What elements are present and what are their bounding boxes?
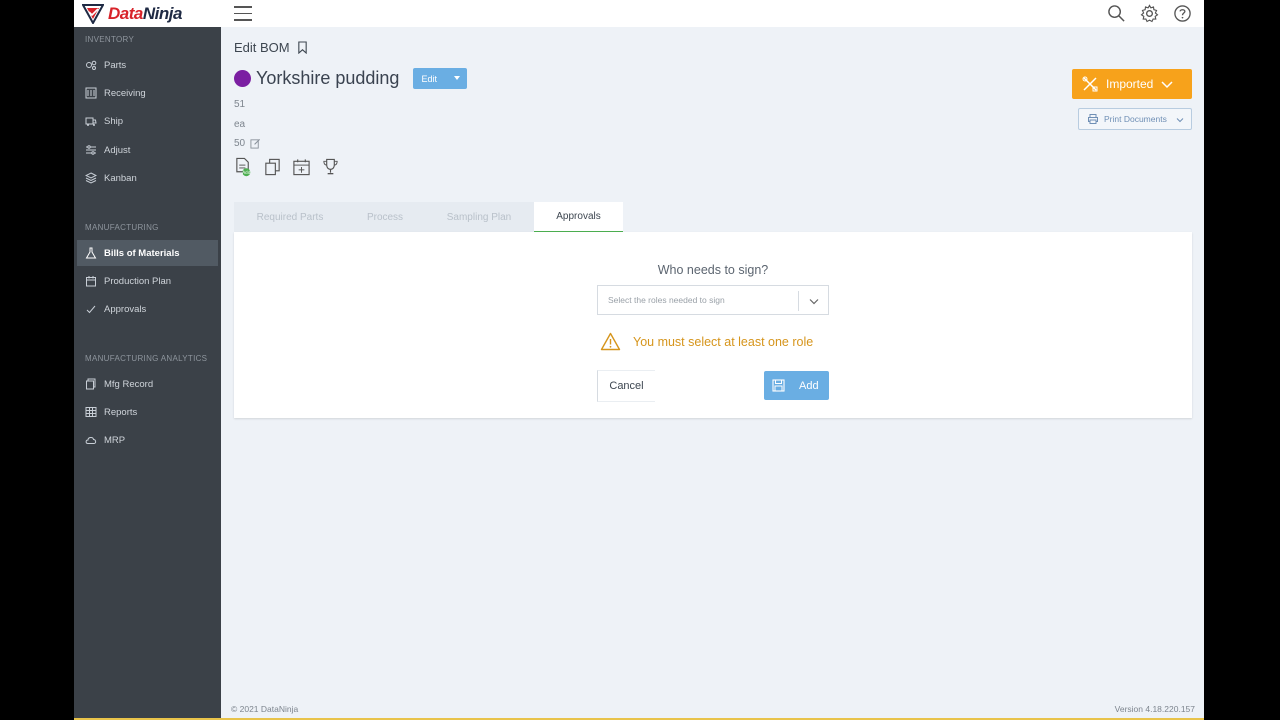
chevron-down-icon[interactable]	[808, 295, 820, 307]
bookmark-icon[interactable]	[297, 41, 308, 54]
help-icon[interactable]	[1173, 4, 1192, 23]
sidebar-item-label: Ship	[104, 115, 124, 127]
sidebar-item-mfg-record[interactable]: Mfg Record	[77, 371, 218, 397]
add-button-label: Add	[799, 379, 819, 392]
sidebar-item-receiving[interactable]: Receiving	[77, 80, 218, 106]
sidebar-item-label: Receiving	[104, 87, 146, 99]
bom-meta-quantity: 50	[234, 138, 261, 149]
edit-button-label: Edit	[421, 73, 437, 84]
trophy-icon[interactable]	[321, 157, 340, 177]
bom-meta-number: 51	[234, 99, 246, 110]
app-window: DataNinja INVENTORY Parts Receiving Ship…	[74, 0, 1204, 718]
sidebar-item-mrp[interactable]: MRP	[77, 427, 218, 453]
edit-pencil-icon[interactable]	[250, 138, 261, 149]
cloud-icon	[85, 437, 97, 444]
footer-copyright: © 2021 DataNinja	[231, 704, 299, 714]
tab-approvals[interactable]: Approvals	[534, 202, 623, 232]
bom-color-indicator	[234, 70, 251, 87]
sidebar-item-label: Approvals	[104, 303, 147, 315]
sidebar-item-label: Bills of Materials	[104, 247, 180, 259]
sidebar-section-manufacturing: MANUFACTURING	[85, 223, 159, 232]
sidebar-item-ship[interactable]: Ship	[77, 108, 218, 134]
logo-text: DataNinja	[108, 4, 182, 23]
bom-action-icons: Add	[234, 157, 340, 177]
roles-select[interactable]: Select the roles needed to sign	[597, 285, 829, 315]
tab-required-parts[interactable]: Required Parts	[234, 202, 346, 232]
reports-icon	[85, 407, 97, 417]
caret-down-icon	[454, 76, 461, 80]
tab-sampling-plan[interactable]: Sampling Plan	[424, 202, 534, 232]
kanban-icon	[85, 172, 97, 184]
ship-icon	[85, 117, 97, 126]
edit-dropdown-button[interactable]: Edit	[413, 68, 468, 89]
calendar-icon	[86, 276, 96, 287]
sidebar-item-bills-of-materials[interactable]: Bills of Materials	[77, 240, 218, 266]
record-icon	[86, 378, 96, 390]
receiving-icon	[85, 87, 97, 99]
printer-icon	[1088, 114, 1098, 124]
sidebar-item-label: Production Plan	[104, 275, 172, 287]
parts-icon	[86, 60, 97, 70]
logo[interactable]: DataNinja	[82, 3, 182, 25]
schedule-icon[interactable]	[292, 157, 311, 177]
sidebar-item-reports[interactable]: Reports	[77, 399, 218, 425]
flask-icon	[85, 247, 97, 259]
sidebar-item-label: Parts	[104, 59, 127, 71]
tab-process[interactable]: Process	[346, 202, 424, 232]
sidebar-item-label: MRP	[104, 434, 126, 446]
sidebar-section-manufacturing-analytics: MANUFACTURING ANALYTICS	[85, 354, 208, 363]
sidebar-item-kanban[interactable]: Kanban	[77, 165, 218, 191]
add-document-icon[interactable]: Add	[234, 157, 253, 177]
sidebar-item-production-plan[interactable]: Production Plan	[77, 268, 218, 294]
sidebar-item-label: Kanban	[104, 172, 137, 184]
bom-meta-unit: ea	[234, 119, 246, 130]
warning-text: You must select at least one role	[633, 334, 814, 349]
sidebar-item-parts[interactable]: Parts	[77, 52, 218, 78]
gear-icon[interactable]	[1140, 4, 1159, 23]
bom-title-row: Yorkshire pudding Edit	[234, 68, 468, 89]
dataninja-logo-icon	[82, 4, 104, 24]
signers-question: Who needs to sign?	[657, 263, 769, 277]
bom-meta-quantity-value: 50	[234, 138, 246, 149]
bom-name: Yorkshire pudding	[256, 68, 400, 88]
menu-toggle-icon[interactable]	[234, 6, 252, 21]
imported-status-button[interactable]: Imported	[1072, 69, 1192, 99]
copy-icon[interactable]	[263, 157, 282, 177]
bom-tabs: Required Parts Process Sampling Plan App…	[234, 202, 623, 232]
imported-label: Imported	[1106, 77, 1154, 91]
warning-icon	[600, 332, 621, 351]
sidebar: INVENTORY Parts Receiving Ship Adjust Ka…	[74, 27, 221, 718]
sidebar-item-label: Adjust	[104, 144, 131, 156]
sidebar-item-label: Reports	[104, 406, 138, 418]
print-documents-label: Print Documents	[1104, 114, 1167, 124]
footer-version: Version 4.18.220.157	[1114, 704, 1195, 714]
search-icon[interactable]	[1107, 4, 1126, 23]
check-icon	[86, 305, 96, 314]
top-bar: DataNinja	[74, 0, 1204, 27]
save-icon	[772, 379, 785, 392]
chevron-down-icon	[1161, 81, 1173, 89]
add-button[interactable]: Add	[764, 371, 829, 400]
page-header: Edit BOM	[234, 40, 308, 55]
sidebar-section-inventory: INVENTORY	[85, 35, 135, 44]
tools-icon	[1082, 76, 1098, 92]
cancel-button[interactable]: Cancel	[597, 370, 655, 402]
sidebar-item-adjust[interactable]: Adjust	[77, 137, 218, 163]
sidebar-item-label: Mfg Record	[104, 378, 154, 390]
roles-select-placeholder: Select the roles needed to sign	[608, 295, 725, 305]
svg-text:Add: Add	[242, 170, 251, 176]
select-divider	[798, 291, 799, 311]
sidebar-item-approvals[interactable]: Approvals	[77, 296, 218, 322]
main-content: Edit BOM Yorkshire pudding Edit 51 ea 50…	[221, 27, 1204, 718]
page-title: Edit BOM	[234, 40, 290, 55]
adjust-icon	[86, 145, 96, 155]
approvals-panel: Who needs to sign? Select the roles need…	[234, 232, 1192, 418]
print-documents-button[interactable]: Print Documents	[1078, 108, 1192, 130]
validation-warning: You must select at least one role	[600, 332, 813, 351]
chevron-down-icon	[1176, 118, 1184, 123]
